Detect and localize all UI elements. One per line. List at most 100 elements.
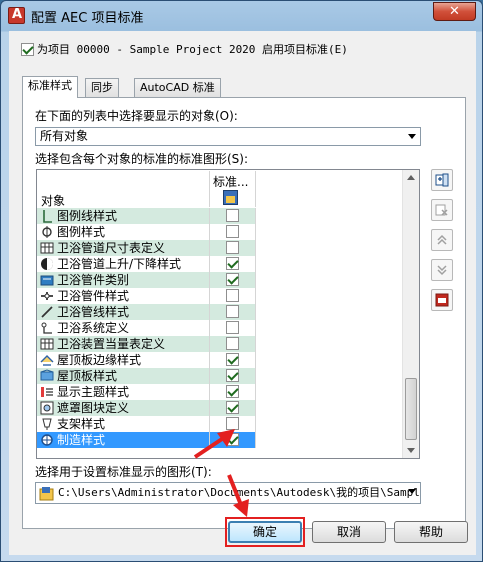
legend-line-icon — [43, 210, 52, 223]
row-object-cell[interactable]: 显示主题样式 — [37, 384, 209, 400]
table-row[interactable]: 卫浴管道尺寸表定义 — [37, 240, 417, 256]
enable-standards-row[interactable]: 为项目 00000 - Sample Project 2020 启用项目标准(E… — [21, 41, 348, 57]
mask-block-icon — [40, 401, 54, 415]
bracket-icon — [42, 418, 52, 430]
column-header-standard[interactable]: 标准... — [209, 171, 256, 207]
rise-drop-icon — [41, 258, 53, 270]
table-row[interactable]: 卫浴系统定义 — [37, 320, 417, 336]
grid-header: 对象 标准... — [37, 170, 417, 208]
row-standard-checkbox[interactable] — [226, 369, 239, 382]
row-object-cell[interactable]: 卫浴管件类别 — [37, 272, 209, 288]
table-row[interactable]: 卫浴管件样式 — [37, 288, 417, 304]
row-object-cell[interactable]: 卫浴管道上升/下降样式 — [37, 256, 209, 272]
row-object-name: 遮罩图块定义 — [57, 401, 130, 415]
row-standard-checkbox[interactable] — [226, 273, 239, 286]
cancel-button[interactable]: 取消 — [312, 521, 386, 543]
row-object-cell[interactable]: 屋顶板样式 — [37, 368, 209, 384]
fitting-icon — [41, 292, 53, 300]
enable-standards-checkbox[interactable] — [21, 42, 34, 56]
table-row[interactable]: 卫浴管件类别 — [37, 272, 417, 288]
standard-drawing-label: 选择用于设置标准显示的图形(T): — [35, 465, 212, 479]
chevron-down-icon — [408, 489, 416, 494]
move-up-button[interactable] — [431, 229, 453, 251]
row-object-name: 支架样式 — [57, 417, 106, 431]
row-standard-checkbox[interactable] — [226, 321, 239, 334]
row-object-cell[interactable]: 卫浴管道尺寸表定义 — [37, 240, 209, 256]
row-standard-cell — [209, 368, 256, 384]
row-standard-checkbox[interactable] — [226, 353, 239, 366]
roof-edge-icon — [40, 355, 54, 366]
row-object-cell[interactable]: 卫浴装置当量表定义 — [37, 336, 209, 352]
row-object-name: 卫浴管线样式 — [57, 305, 130, 319]
version-report-icon — [435, 293, 449, 307]
help-button[interactable]: 帮助 — [394, 521, 468, 543]
table-row[interactable]: 屋顶板边缘样式 — [37, 352, 417, 368]
grid-scrollbar[interactable] — [402, 170, 419, 458]
row-object-cell[interactable]: 图例样式 — [37, 224, 209, 240]
row-standard-checkbox[interactable] — [226, 209, 239, 222]
add-drawing-button[interactable] — [431, 169, 453, 191]
table-icon — [40, 338, 54, 350]
row-standard-checkbox[interactable] — [226, 225, 239, 238]
column-header-object[interactable]: 对象 — [41, 192, 65, 209]
column-header-standard-label: 标准... — [213, 175, 249, 189]
table-row[interactable]: 卫浴装置当量表定义 — [37, 336, 417, 352]
row-standard-cell — [209, 208, 256, 224]
tab-autocad-standards[interactable]: AutoCAD 标准 — [134, 78, 221, 97]
row-standard-checkbox[interactable] — [226, 257, 239, 270]
row-standard-checkbox[interactable] — [226, 385, 239, 398]
enable-standards-label: 为项目 00000 - Sample Project 2020 启用项目标准(E… — [37, 43, 348, 56]
tab-standard-styles[interactable]: 标准样式 — [22, 76, 78, 98]
row-standard-cell — [209, 336, 256, 352]
row-standard-cell — [209, 304, 256, 320]
row-standard-checkbox[interactable] — [226, 289, 239, 302]
row-object-cell[interactable]: 屋顶板边缘样式 — [37, 352, 209, 368]
move-down-icon — [437, 265, 447, 276]
tab-synchronize[interactable]: 同步 — [85, 78, 119, 97]
row-object-name: 卫浴管件样式 — [57, 289, 130, 303]
row-object-cell[interactable]: 卫浴系统定义 — [37, 320, 209, 336]
row-object-cell[interactable]: 图例线样式 — [37, 208, 209, 224]
pipe-line-icon — [41, 306, 53, 318]
row-object-name: 卫浴管道尺寸表定义 — [57, 241, 166, 255]
row-standard-checkbox[interactable] — [226, 401, 239, 414]
table-row[interactable]: 卫浴管道上升/下降样式 — [37, 256, 417, 272]
object-filter-value: 所有对象 — [40, 129, 89, 143]
row-object-name: 制造样式 — [57, 433, 106, 447]
close-button[interactable]: ✕ — [433, 2, 476, 21]
row-standard-cell — [209, 256, 256, 272]
row-standard-checkbox[interactable] — [226, 305, 239, 318]
table-icon — [40, 242, 54, 254]
row-object-cell[interactable]: 卫浴管线样式 — [37, 304, 209, 320]
scroll-down-icon[interactable] — [403, 442, 419, 458]
table-row[interactable]: 显示主题样式 — [37, 384, 417, 400]
table-row[interactable]: 屋顶板样式 — [37, 368, 417, 384]
move-down-button[interactable] — [431, 259, 453, 281]
table-row[interactable]: 遮罩图块定义 — [37, 400, 417, 416]
row-object-cell[interactable]: 制造样式 — [37, 432, 209, 448]
remove-drawing-icon — [435, 204, 448, 216]
fabrication-icon — [41, 434, 53, 446]
object-filter-select[interactable]: 所有对象 — [35, 127, 421, 146]
row-standard-checkbox[interactable] — [226, 337, 239, 350]
row-object-cell[interactable]: 支架样式 — [37, 416, 209, 432]
row-object-cell[interactable]: 卫浴管件样式 — [37, 288, 209, 304]
table-row[interactable]: 卫浴管线样式 — [37, 304, 417, 320]
table-row[interactable]: 图例线样式 — [37, 208, 417, 224]
row-standard-checkbox[interactable] — [226, 241, 239, 254]
remove-drawing-button[interactable] — [431, 199, 453, 221]
move-up-icon — [437, 234, 447, 245]
table-row[interactable]: 图例样式 — [37, 224, 417, 240]
row-object-name: 卫浴系统定义 — [57, 321, 130, 335]
standards-grid[interactable]: 对象 标准... 图例线样式 图例样式 卫浴管道尺寸表定义 卫浴管道上升/下降样式 卫浴… — [36, 169, 420, 459]
row-object-name: 屋顶板样式 — [57, 369, 118, 383]
row-object-name: 卫浴管道上升/下降样式 — [57, 257, 182, 271]
add-drawing-icon — [435, 173, 449, 187]
version-report-button[interactable] — [431, 289, 453, 311]
row-object-name: 卫浴管件类别 — [57, 273, 130, 287]
row-object-name: 图例样式 — [57, 225, 106, 239]
scroll-thumb[interactable] — [405, 378, 417, 440]
row-object-cell[interactable]: 遮罩图块定义 — [37, 400, 209, 416]
row-object-name: 屋顶板边缘样式 — [57, 353, 142, 367]
scroll-up-icon[interactable] — [403, 170, 419, 186]
